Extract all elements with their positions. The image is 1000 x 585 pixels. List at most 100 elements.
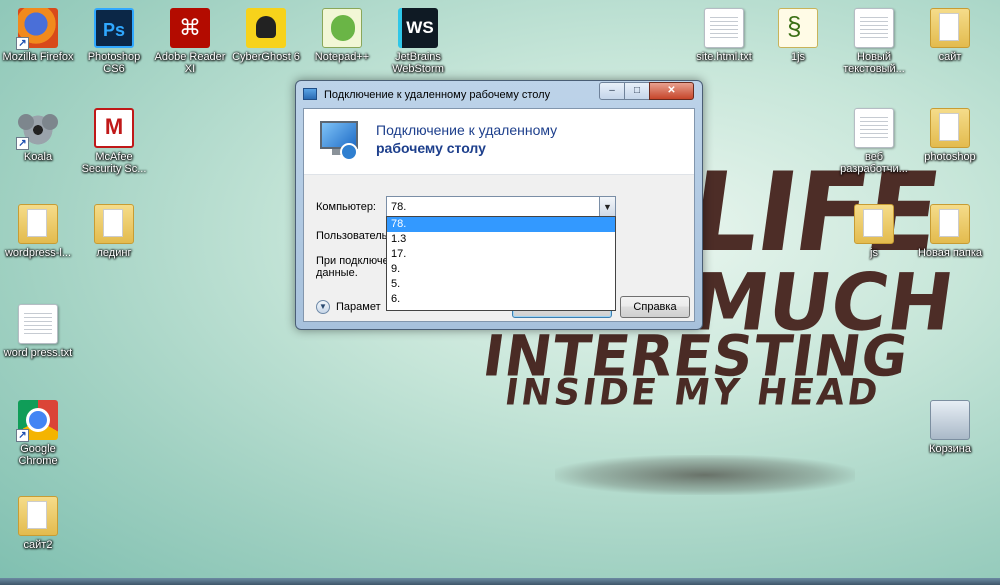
user-label: Пользователь [316, 230, 388, 242]
desktop-icon-label: word press.txt [3, 347, 73, 359]
desktop-icon-label: лединг [96, 247, 132, 259]
folder-icon [930, 108, 970, 148]
desktop-icon-web-dev[interactable]: веб разработчи... [836, 108, 912, 175]
rdp-banner: Подключение к удаленному рабочему столу [304, 109, 694, 175]
wallpaper-word-inside-my-head: INSIDE MY HEAD [502, 372, 884, 414]
desktop-icon-label: JetBrains WebStorm [392, 51, 444, 75]
desktop-icon-label: Koala [23, 151, 53, 163]
desktop-icon-sait[interactable]: сайт [912, 8, 988, 63]
close-button[interactable]: ✕ [649, 82, 694, 100]
maximize-button[interactable]: □ [624, 82, 650, 100]
text-file-icon [854, 108, 894, 148]
wallpaper-word-interesting: INTERESTING [478, 324, 913, 390]
desktop-icon-new-text[interactable]: Новый текстовый... [836, 8, 912, 75]
desktop-icon-new-folder[interactable]: Новая папка [912, 204, 988, 259]
chevron-down-icon[interactable]: ▼ [599, 197, 615, 217]
dropdown-item[interactable]: 6. [387, 292, 615, 307]
desktop-icon-label: Новый текстовый... [843, 51, 905, 75]
firefox-icon: ↗ [16, 8, 58, 50]
desktop-icon-label: веб разработчи... [840, 151, 908, 175]
recycle-bin-icon [930, 400, 970, 440]
desktop-icon-label: CyberGhost 6 [232, 51, 300, 63]
desktop-icon-label: сайт [938, 51, 962, 63]
window-titlebar[interactable]: Подключение к удаленному рабочему столу … [296, 81, 702, 109]
desktop-icon-label: wordpress-l... [4, 247, 72, 259]
window-client-area: Подключение к удаленному рабочему столу … [303, 108, 695, 322]
folder-icon [854, 204, 894, 244]
desktop-icon-label: js [870, 247, 878, 259]
desktop-icon-js-folder[interactable]: js [836, 204, 912, 259]
adobe-reader-icon: ⌘ [170, 8, 210, 48]
dropdown-item[interactable]: 9. [387, 262, 615, 277]
desktop-icon-label: Adobe Reader XI [154, 51, 226, 75]
desktop-icon-label: сайт2 [23, 539, 53, 551]
dropdown-item[interactable]: 5. [387, 277, 615, 292]
dropdown-item[interactable]: 78. [387, 217, 615, 232]
desktop-icon-wordpress-txt[interactable]: word press.txt [0, 304, 76, 359]
text-file-icon [854, 8, 894, 48]
notepadpp-icon [322, 8, 362, 48]
banner-title-line1: Подключение к удаленному [376, 122, 558, 138]
text-file-icon [704, 8, 744, 48]
desktop-icon-koala[interactable]: ↗ Koala [0, 108, 76, 163]
dropdown-item[interactable]: 1.3 [387, 232, 615, 247]
remote-desktop-icon [318, 119, 362, 163]
desktop-icon-photoshop[interactable]: Ps Photoshop CS6 [76, 8, 152, 75]
folder-icon [94, 204, 134, 244]
computer-label: Компьютер: [316, 201, 376, 213]
computer-value[interactable]: 78. [391, 201, 406, 213]
window-title: Подключение к удаленному рабочему столу [324, 89, 551, 101]
desktop-icon-label: Корзина [929, 443, 971, 455]
webstorm-icon: WS [398, 8, 438, 48]
desktop-icon-adobe-reader[interactable]: ⌘ Adobe Reader XI [152, 8, 228, 75]
dropdown-item[interactable]: 17. [387, 247, 615, 262]
desktop-icon-label: site.html.txt [696, 51, 752, 63]
wallpaper-shadow [555, 455, 855, 495]
desktop-icon-label: Mozilla Firefox [2, 51, 74, 63]
desktop-icon-notepadpp[interactable]: Notepad++ [304, 8, 380, 63]
photoshop-icon: Ps [94, 8, 134, 48]
desktop-icon-wordpress-folder[interactable]: wordpress-l... [0, 204, 76, 259]
desktop-icon-label: 1js [790, 51, 806, 63]
shortcut-arrow-icon: ↗ [16, 429, 29, 442]
taskbar[interactable] [0, 578, 1000, 585]
desktop-icon-chrome[interactable]: ↗ Google Chrome [0, 400, 76, 467]
text-file-icon [18, 304, 58, 344]
desktop-icon-webstorm[interactable]: WS JetBrains WebStorm [380, 8, 456, 75]
desktop-icon-label: photoshop [924, 151, 976, 163]
rdp-app-icon [303, 88, 317, 100]
desktop-icon-label: Новая папка [917, 247, 983, 259]
folder-icon [930, 204, 970, 244]
rdp-window[interactable]: Подключение к удаленному рабочему столу … [295, 80, 703, 330]
cyberghost-icon [246, 8, 286, 48]
parameters-label[interactable]: Парамет [336, 301, 381, 313]
help-button[interactable]: Справка [620, 296, 690, 318]
desktop-icon-firefox[interactable]: ↗ Mozilla Firefox [0, 8, 76, 63]
folder-icon [930, 8, 970, 48]
computer-dropdown-list[interactable]: 78. 1.3 17. 9. 5. 6. [386, 216, 616, 311]
desktop-icon-label: Notepad++ [314, 51, 370, 63]
desktop-icon-landing-folder[interactable]: лединг [76, 204, 152, 259]
shortcut-arrow-icon: ↗ [16, 137, 29, 150]
desktop-icon-site-html[interactable]: site.html.txt [686, 8, 762, 63]
desktop-icon-recycle-bin[interactable]: Корзина [912, 400, 988, 455]
desktop-icon-label: McAfee Security Sc... [81, 151, 147, 175]
desktop-icon-photoshop-folder[interactable]: photoshop [912, 108, 988, 163]
minimize-button[interactable]: – [599, 82, 625, 100]
desktop-icon-sait2[interactable]: сайт2 [0, 496, 76, 551]
folder-icon [18, 496, 58, 536]
connection-badge-icon [340, 143, 358, 161]
computer-combobox[interactable]: 78. ▼ [386, 196, 616, 218]
mcafee-icon: M [94, 108, 134, 148]
wallpaper-word-much: MUCH [685, 258, 959, 349]
koala-icon: ↗ [16, 108, 58, 150]
desktop-icon-mcafee[interactable]: M McAfee Security Sc... [76, 108, 152, 175]
banner-title-line2: рабочему столу [376, 140, 486, 156]
desktop-icon-cyberghost[interactable]: CyberGhost 6 [228, 8, 304, 63]
desktop-icon-1js[interactable]: 1js [760, 8, 836, 63]
expand-arrow-icon[interactable]: ▼ [316, 300, 330, 314]
connection-note: При подключе данные. [316, 255, 389, 279]
script-file-icon [778, 8, 818, 48]
desktop-icon-label: Photoshop CS6 [87, 51, 141, 75]
shortcut-arrow-icon: ↗ [16, 37, 29, 50]
